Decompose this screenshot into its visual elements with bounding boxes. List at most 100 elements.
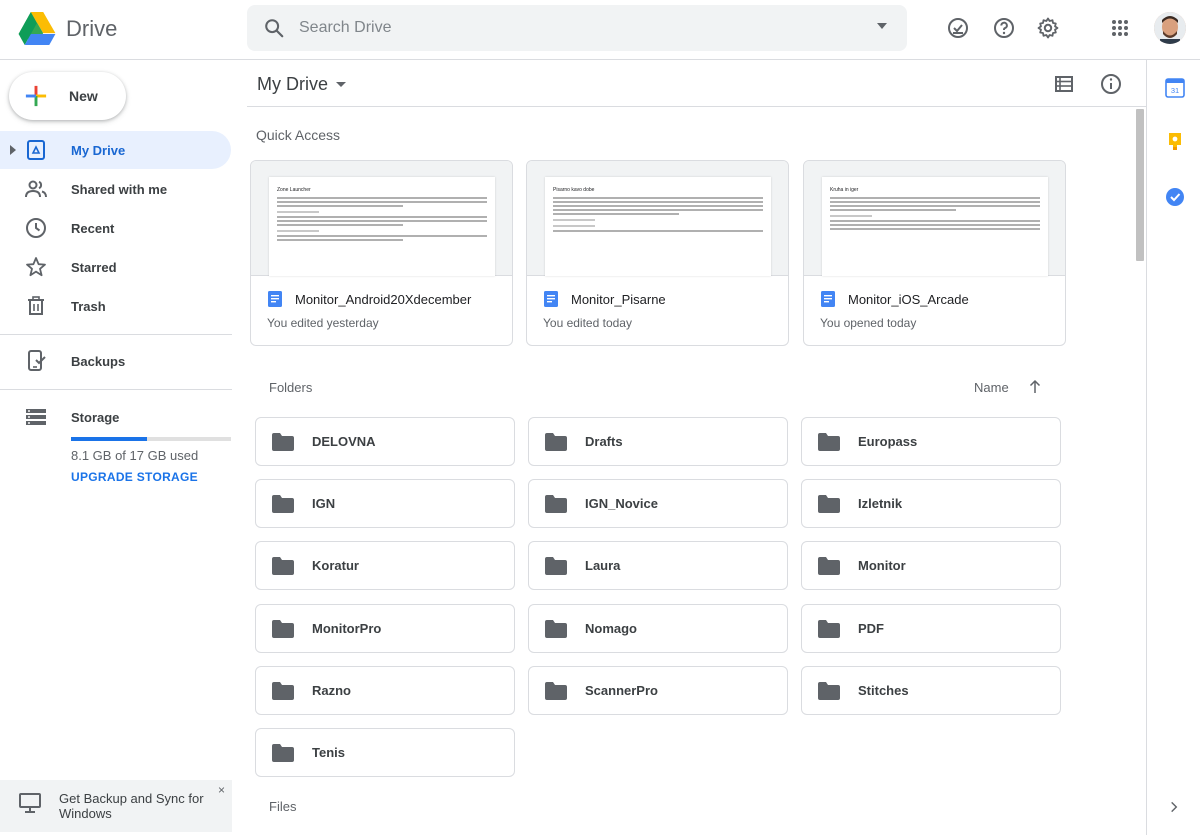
sidebar-item-label: Trash [71, 298, 106, 314]
folder-name: Stitches [858, 683, 909, 698]
search-icon[interactable] [263, 17, 285, 39]
folder-item[interactable]: ScannerPro [528, 666, 788, 715]
help-icon[interactable] [992, 16, 1016, 40]
quick-access-card[interactable]: Zone Launcher Monitor_Android20Xdecember… [250, 160, 513, 346]
folder-name: Europass [858, 434, 918, 449]
folder-name: MonitorPro [312, 621, 382, 636]
search-input[interactable] [299, 19, 839, 37]
list-view-icon[interactable] [1052, 72, 1076, 96]
backup-sync-promo[interactable]: Get Backup and Sync for Windows × [0, 780, 232, 832]
document-preview: Kruha in iger [822, 177, 1048, 276]
tasks-icon[interactable] [1165, 187, 1185, 207]
chevron-right-icon[interactable] [1167, 800, 1181, 814]
folder-item[interactable]: Tenis [255, 728, 515, 777]
folder-item[interactable]: Izletnik [801, 479, 1061, 528]
folder-name: Tenis [312, 745, 345, 760]
folder-item[interactable]: Stitches [801, 666, 1061, 715]
upgrade-storage-link[interactable]: UPGRADE STORAGE [71, 470, 198, 484]
main-toolbar: My Drive [247, 60, 1147, 107]
folder-item[interactable]: Europass [801, 417, 1061, 466]
offline-ready-icon[interactable] [946, 16, 970, 40]
file-activity: You opened today [820, 316, 917, 330]
quick-access-card[interactable]: Kruha in iger Monitor_iOS_Arcade You ope… [803, 160, 1066, 346]
page-title-text: My Drive [257, 74, 328, 94]
folder-icon [272, 432, 294, 451]
sidebar-item-starred[interactable]: Starred [0, 248, 232, 286]
folder-icon [272, 743, 294, 762]
file-name: Monitor_Android20Xdecember [295, 291, 472, 307]
folder-name: Drafts [585, 434, 623, 449]
document-preview: Zone Launcher [269, 177, 495, 276]
arrow-up-icon[interactable] [1026, 378, 1044, 396]
folder-item[interactable]: Drafts [528, 417, 788, 466]
info-icon[interactable] [1099, 72, 1123, 96]
folder-item[interactable]: Monitor [801, 541, 1061, 590]
storage-progress-bar [71, 437, 231, 441]
page-title[interactable]: My Drive [257, 74, 346, 95]
folder-item[interactable]: MonitorPro [255, 604, 515, 653]
sidebar-item-my-drive[interactable]: My Drive [0, 131, 231, 169]
folder-name: Koratur [312, 558, 359, 573]
sidebar-item-label: Starred [71, 259, 117, 275]
new-button[interactable]: New [9, 72, 126, 120]
sort-by-name-button[interactable]: Name [974, 380, 1009, 395]
backup-promo-text: Get Backup and Sync for Windows [59, 791, 204, 821]
folder-item[interactable]: Razno [255, 666, 515, 715]
folder-item[interactable]: Laura [528, 541, 788, 590]
sidebar-item-recent[interactable]: Recent [0, 209, 232, 247]
folder-name: PDF [858, 621, 884, 636]
close-icon[interactable]: × [218, 783, 225, 797]
search-options-dropdown-icon[interactable] [877, 23, 887, 29]
scrollbar-thumb[interactable] [1136, 109, 1144, 261]
folder-icon [272, 619, 294, 638]
sidebar-item-label: Backups [71, 353, 126, 369]
file-name: Monitor_Pisarne [571, 291, 666, 307]
document-preview: Pisarno kavo dobe [545, 177, 771, 276]
folder-item[interactable]: DELOVNA [255, 417, 515, 466]
calendar-icon[interactable]: 31 [1165, 78, 1185, 98]
folder-icon [545, 556, 567, 575]
folder-icon [545, 619, 567, 638]
folder-icon [545, 681, 567, 700]
drive-logo[interactable]: Drive [18, 12, 117, 45]
folder-name: Monitor [858, 558, 906, 573]
account-avatar[interactable] [1154, 12, 1186, 44]
chevron-down-icon [336, 82, 346, 87]
folder-item[interactable]: IGN_Novice [528, 479, 788, 528]
storage-used-text: 8.1 GB of 17 GB used [71, 448, 199, 463]
search-box[interactable] [247, 5, 907, 51]
folder-item[interactable]: IGN [255, 479, 515, 528]
folder-item[interactable]: Koratur [255, 541, 515, 590]
sidebar-item-label: My Drive [71, 142, 126, 158]
folder-item[interactable]: Nomago [528, 604, 788, 653]
folder-name: Nomago [585, 621, 637, 636]
desktop-computer-icon [19, 793, 41, 813]
main-scrollbar[interactable] [1135, 107, 1145, 835]
file-thumbnail: Pisarno kavo dobe [527, 161, 788, 276]
settings-gear-icon[interactable] [1036, 16, 1060, 40]
storage-progress-fill [71, 437, 148, 441]
apps-grid-icon[interactable] [1108, 16, 1132, 40]
sidebar-item-trash[interactable]: Trash [0, 287, 232, 325]
folder-item[interactable]: PDF [801, 604, 1061, 653]
app-name: Drive [66, 15, 118, 41]
side-panel: 31 [1146, 60, 1200, 835]
star-icon [26, 257, 46, 277]
folder-icon [272, 681, 294, 700]
google-doc-icon [544, 291, 558, 307]
folder-name: Laura [585, 558, 621, 573]
expand-caret-icon[interactable] [10, 145, 16, 155]
folder-name: IGN_Novice [585, 496, 658, 511]
keep-icon[interactable] [1165, 132, 1185, 152]
sidebar-item-storage[interactable]: Storage [0, 398, 232, 436]
new-button-label: New [69, 88, 98, 104]
folder-icon [545, 494, 567, 513]
quick-access-label: Quick Access [256, 127, 341, 143]
sidebar-item-label: Storage [71, 409, 120, 425]
quick-access-card[interactable]: Pisarno kavo dobe Monitor_Pisarne You ed… [526, 160, 789, 346]
sidebar: New My Drive Shared with me Recent Starr… [0, 60, 232, 835]
file-thumbnail: Zone Launcher [251, 161, 512, 276]
sidebar-item-shared-with-me[interactable]: Shared with me [0, 170, 232, 208]
top-bar: Drive [0, 0, 1200, 60]
sidebar-item-backups[interactable]: Backups [0, 342, 232, 380]
